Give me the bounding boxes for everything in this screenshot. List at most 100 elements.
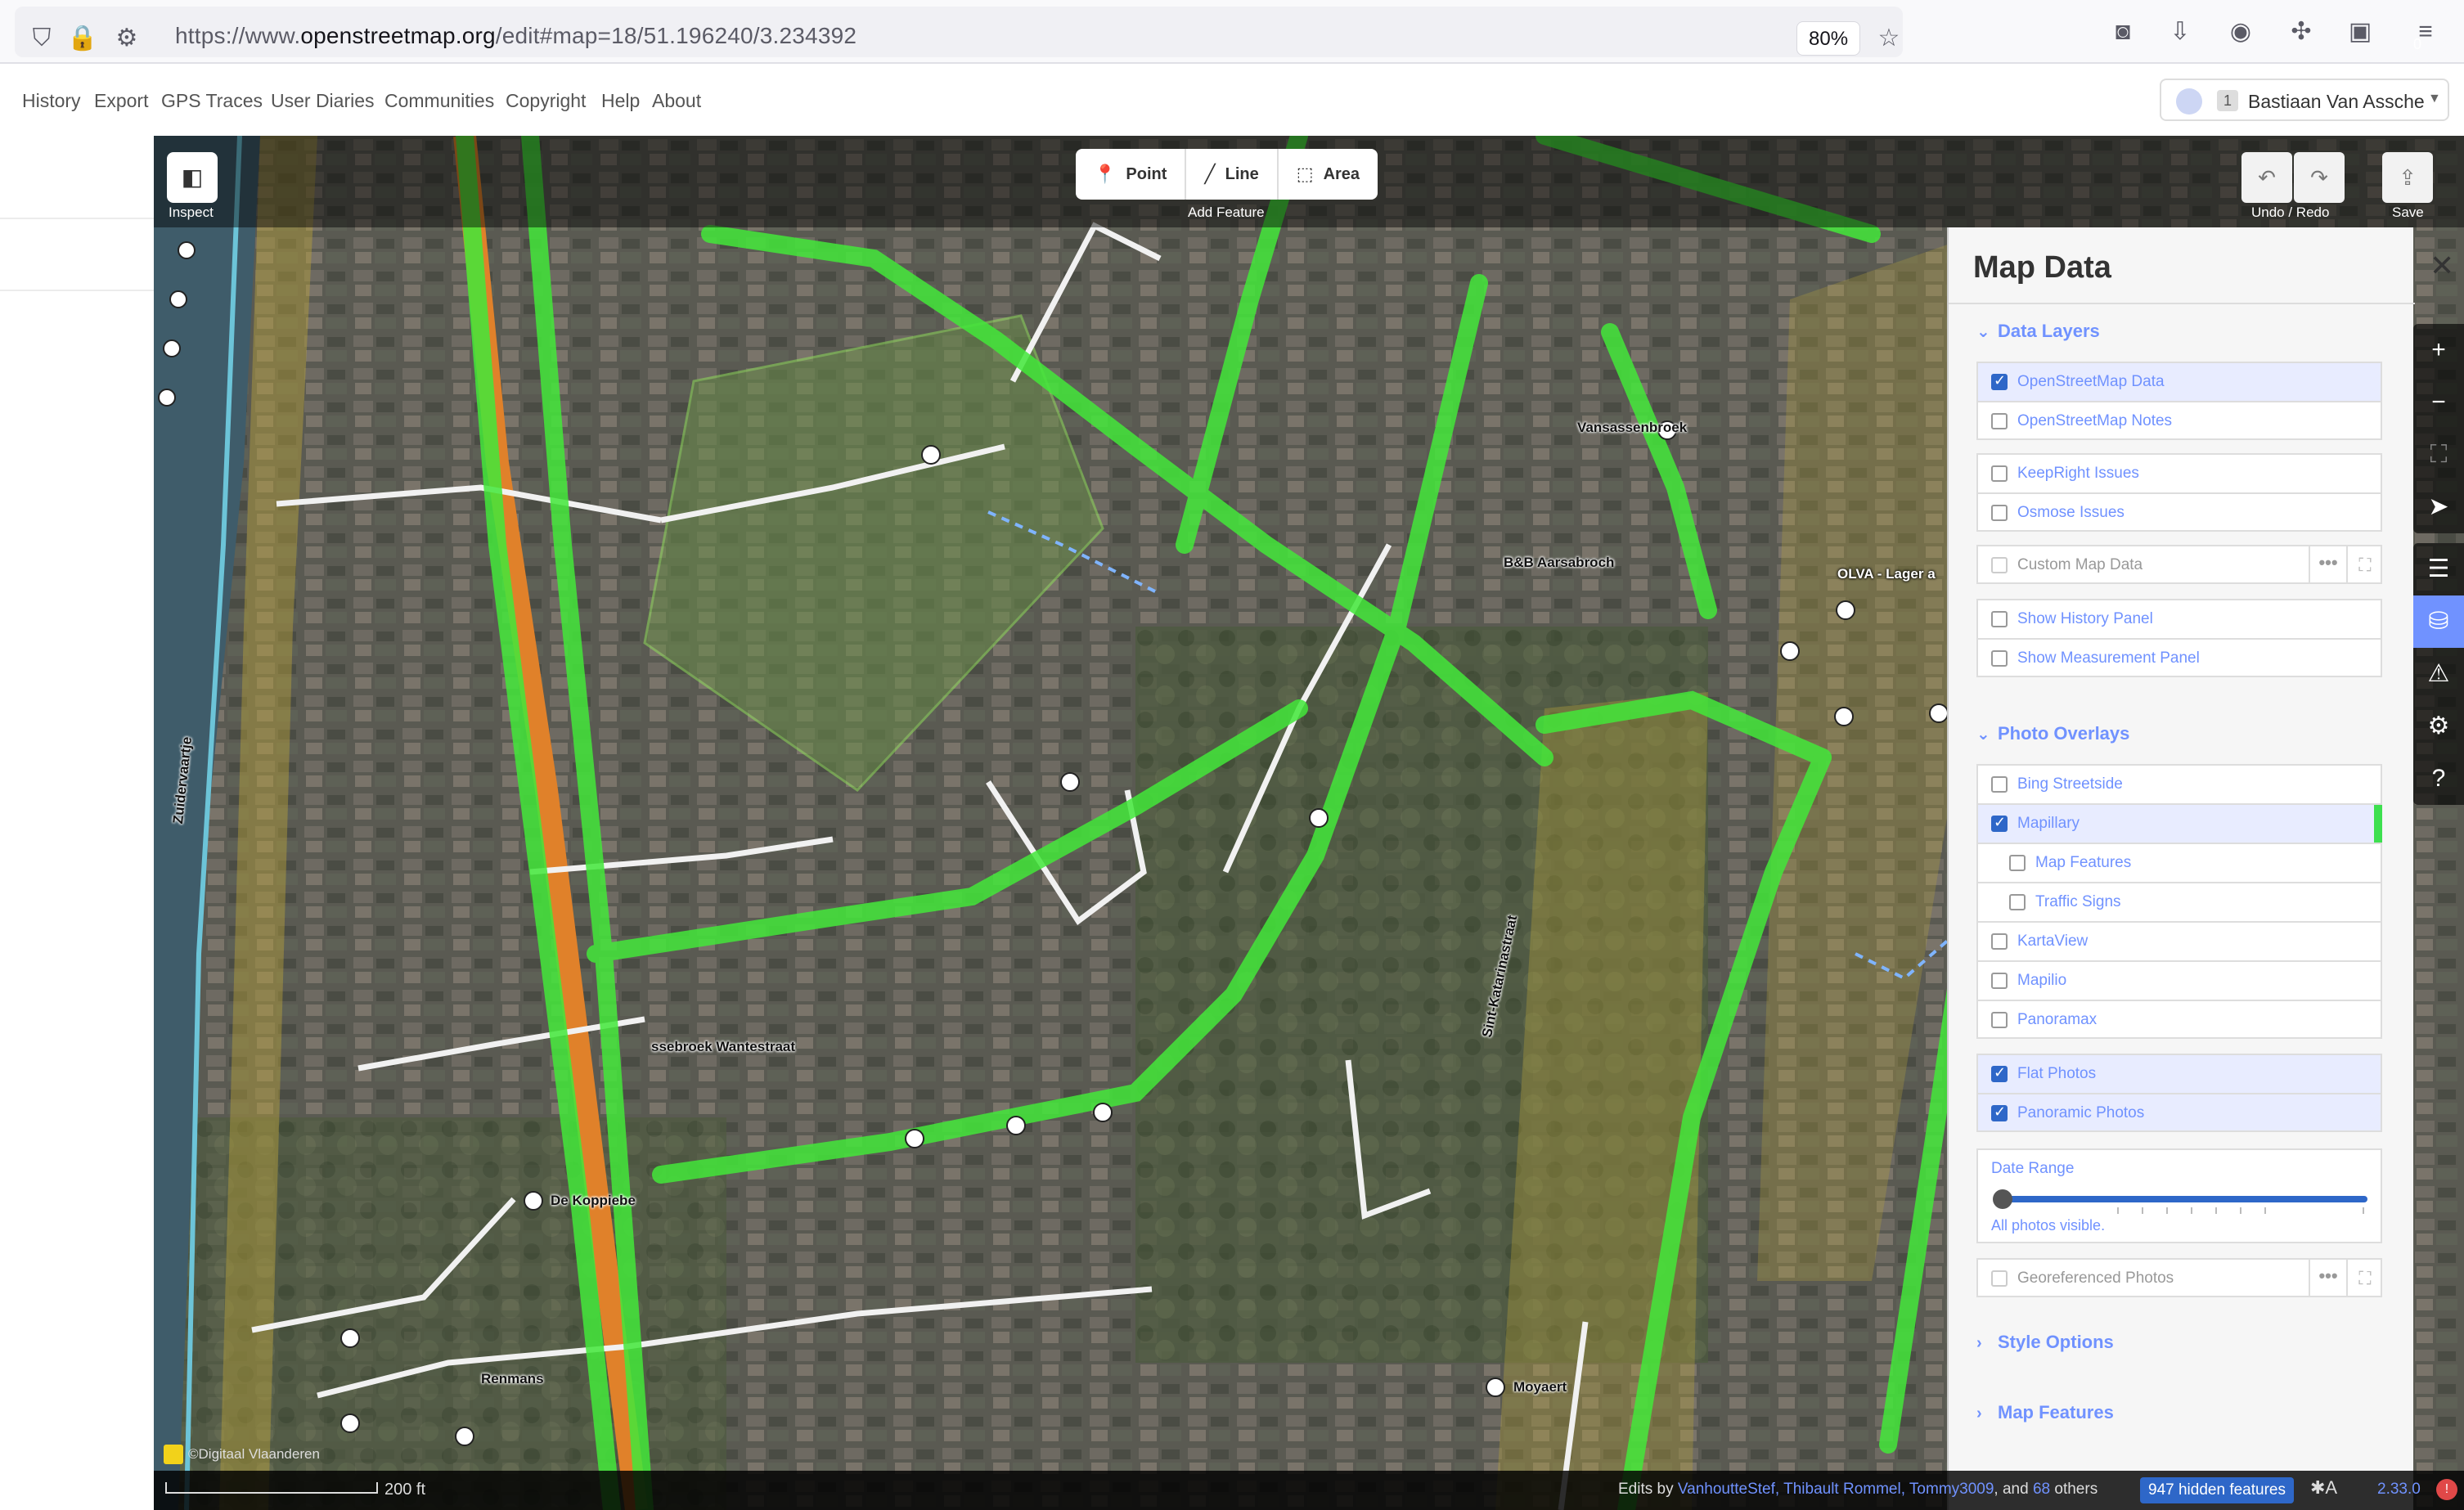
checkbox[interactable] [1991, 557, 2008, 573]
overlay-panoramax[interactable]: Panoramax [1976, 1000, 2382, 1039]
overlay-bing-streetside[interactable]: Bing Streetside [1976, 764, 2382, 803]
url-text[interactable]: https://www.openstreetmap.org/edit#map=1… [175, 23, 857, 49]
help-pane-button[interactable]: ? [2413, 753, 2464, 805]
close-icon[interactable]: ✕ [2430, 249, 2454, 283]
others-link[interactable]: 68 [2033, 1481, 2050, 1498]
overlay-flat-photos[interactable]: Flat Photos [1976, 1054, 2382, 1093]
scale-bar[interactable] [165, 1482, 378, 1494]
checkbox[interactable] [1991, 1270, 2008, 1287]
layer-measurement-panel[interactable]: Show Measurement Panel [1976, 638, 2382, 677]
hidden-features-badge[interactable]: 947 hidden features [2140, 1477, 2294, 1503]
extensions-icon[interactable]: ✣ [2286, 16, 2317, 47]
redo-icon: ↷ [2310, 165, 2328, 190]
layer-history-panel[interactable]: Show History Panel [1976, 599, 2382, 638]
date-range-handle[interactable] [1993, 1189, 2012, 1209]
zoom-to-selection-button[interactable]: ⛶ [2413, 429, 2464, 481]
add-point-button[interactable]: 📍 Point [1076, 149, 1187, 200]
data-layers-header[interactable]: ⌄ Data Layers [1976, 321, 2100, 342]
lock-icon[interactable]: 🔒 [67, 23, 98, 54]
accessibility-icon[interactable]: ✱A [2310, 1477, 2337, 1499]
date-range-slider[interactable] [2003, 1196, 2367, 1202]
zoom-to-icon[interactable]: ⛶ [2346, 546, 2382, 584]
layer-custom-data[interactable]: Custom Map Data ••• ⛶ [1976, 545, 2382, 584]
download-icon[interactable]: ⇩ [2165, 16, 2196, 47]
map-pin [178, 241, 196, 259]
checkbox[interactable] [2009, 894, 2026, 910]
overlay-traffic-signs[interactable]: Traffic Signs [1976, 882, 2382, 921]
nav-gps-traces[interactable]: GPS Traces [161, 90, 263, 112]
map-features-header[interactable]: › Map Features [1976, 1402, 2114, 1423]
geolocate-button[interactable]: ➤ [2413, 481, 2464, 533]
alert-icon[interactable]: ! [2436, 1479, 2457, 1500]
overlay-panoramic-photos[interactable]: Panoramic Photos [1976, 1093, 2382, 1132]
slider-tick [2363, 1207, 2364, 1214]
checkbox[interactable] [1991, 611, 2008, 627]
address-bar[interactable]: ⛉ 🔒 ⚙ https://www.openstreetmap.org/edit… [15, 7, 1903, 57]
zoom-out-button[interactable]: − [2413, 376, 2464, 429]
zoom-in-button[interactable]: + [2413, 324, 2464, 376]
permissions-icon[interactable]: ⚙ [111, 23, 142, 54]
save-button[interactable]: ⇪ [2382, 152, 2433, 203]
overlay-map-features[interactable]: Map Features [1976, 843, 2382, 882]
map-pin [1006, 1116, 1026, 1135]
zoom-to-icon[interactable]: ⛶ [2346, 1260, 2382, 1297]
shield-icon[interactable]: ⛉ [26, 23, 57, 54]
zoom-level[interactable]: 80% [1796, 21, 1861, 56]
layer-osm-data[interactable]: OpenStreetMap Data [1976, 362, 2382, 401]
more-options-icon[interactable]: ••• [2309, 546, 2346, 584]
overlay-mapilio[interactable]: Mapilio [1976, 960, 2382, 1000]
nav-about[interactable]: About [652, 90, 701, 112]
layer-osm-notes[interactable]: OpenStreetMap Notes [1976, 401, 2382, 440]
bookmark-star-icon[interactable]: ☆ [1873, 23, 1904, 54]
layer-osmose[interactable]: Osmose Issues [1976, 492, 2382, 532]
checkbox[interactable] [1991, 776, 2008, 793]
checkbox[interactable] [1991, 933, 2008, 950]
nav-export[interactable]: Export [94, 90, 148, 112]
layer-label: OpenStreetMap Notes [2017, 412, 2173, 429]
overlay-kartaview[interactable]: KartaView [1976, 921, 2382, 960]
checkbox[interactable] [1991, 973, 2008, 989]
overlay-mapillary[interactable]: Mapillary [1976, 803, 2382, 843]
checkbox[interactable] [1991, 814, 2008, 832]
user-menu[interactable]: 1 Bastiaan Van Assche ▼ [2160, 79, 2449, 121]
add-area-button[interactable]: ⬚ Area [1279, 149, 1378, 200]
imagery-attribution[interactable]: ©Digitaal Vlaanderen [188, 1446, 320, 1463]
checkbox[interactable] [1991, 505, 2008, 521]
caret-down-icon: ▼ [2428, 92, 2441, 106]
more-options-icon[interactable]: ••• [2309, 1260, 2346, 1297]
checkbox[interactable] [1991, 1103, 2008, 1121]
chevron-down-icon: ⌄ [1976, 726, 1990, 744]
checkbox[interactable] [1991, 465, 2008, 482]
sidebar-icon[interactable]: ▣ [2345, 16, 2376, 47]
line-icon: ╱ [1204, 164, 1216, 184]
map-data-pane-button[interactable]: ⛁ [2413, 595, 2464, 648]
checkbox[interactable] [1991, 650, 2008, 667]
nav-history[interactable]: History [22, 90, 81, 112]
pocket-icon[interactable]: ◙ [2107, 16, 2138, 47]
overlay-georeferenced-photos[interactable]: Georeferenced Photos ••• ⛶ [1976, 1258, 2382, 1297]
layer-keepright[interactable]: KeepRight Issues [1976, 453, 2382, 492]
slider-tick [2166, 1207, 2168, 1214]
checkbox[interactable] [1991, 1064, 2008, 1082]
undo-button[interactable]: ↶ [2241, 152, 2292, 203]
nav-help[interactable]: Help [601, 90, 640, 112]
issues-pane-button[interactable]: ⚠ [2413, 648, 2464, 700]
checkbox[interactable] [1991, 1012, 2008, 1028]
redo-button[interactable]: ↷ [2294, 152, 2345, 203]
inspect-button[interactable]: ◧ [167, 152, 218, 203]
nav-user-diaries[interactable]: User Diaries [271, 90, 375, 112]
editor-links[interactable]: VanhoutteStef, Thibault Rommel, Tommy300… [1678, 1481, 1994, 1498]
preferences-pane-button[interactable]: ⚙ [2413, 700, 2464, 753]
checkbox[interactable] [1991, 372, 2008, 390]
checkbox[interactable] [1991, 413, 2008, 429]
photo-overlays-header[interactable]: ⌄ Photo Overlays [1976, 723, 2129, 744]
background-pane-button[interactable]: ☰ [2413, 543, 2464, 595]
account-icon[interactable]: ◉ [2225, 16, 2256, 47]
nav-communities[interactable]: Communities [384, 90, 494, 112]
checkbox[interactable] [2009, 855, 2026, 871]
add-line-button[interactable]: ╱ Line [1186, 149, 1279, 200]
version-link[interactable]: 2.33.0 [2377, 1481, 2421, 1499]
style-options-header[interactable]: › Style Options [1976, 1332, 2114, 1353]
layer-label: Mapilio [2017, 972, 2067, 989]
nav-copyright[interactable]: Copyright [506, 90, 586, 112]
